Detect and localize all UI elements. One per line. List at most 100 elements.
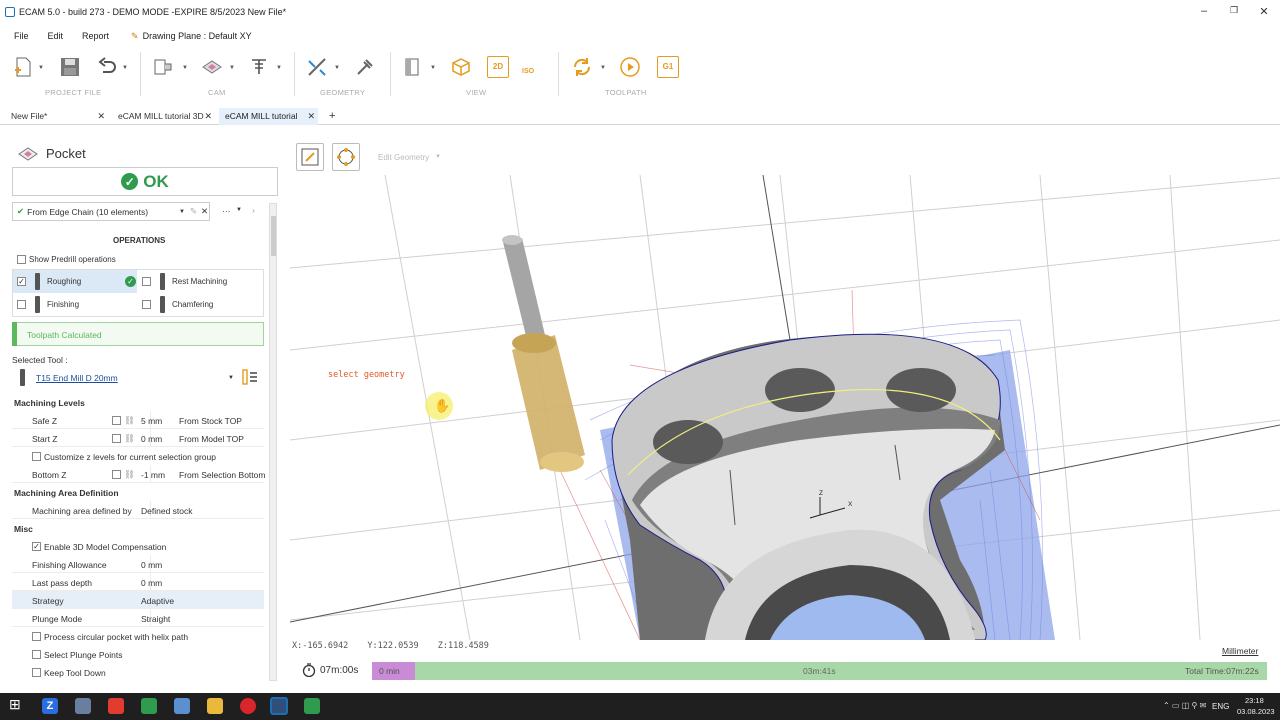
show-predrill-label: Show Predrill operations bbox=[29, 255, 116, 264]
tool-library-icon[interactable] bbox=[241, 368, 259, 386]
pocket-icon[interactable] bbox=[201, 56, 223, 78]
close-icon[interactable]: ✕ bbox=[97, 108, 105, 125]
close-button[interactable]: ✕ bbox=[1257, 5, 1271, 18]
panel-scrollbar[interactable] bbox=[269, 203, 277, 681]
app-icon[interactable] bbox=[141, 698, 157, 714]
menu-file[interactable]: File bbox=[14, 31, 29, 41]
start-z-reference[interactable]: From Model TOP bbox=[179, 434, 244, 444]
menu-edit[interactable]: Edit bbox=[48, 31, 64, 41]
tab-new-file[interactable]: New File* ✕ bbox=[11, 108, 105, 125]
chevron-down-icon[interactable]: ▼ bbox=[122, 65, 128, 71]
unit-link[interactable]: Millimeter bbox=[1222, 646, 1258, 656]
save-icon[interactable] bbox=[59, 56, 81, 78]
folder-icon[interactable] bbox=[207, 698, 223, 714]
chevron-down-icon[interactable]: ▼ bbox=[182, 65, 188, 71]
cad-viewport[interactable]: select geometry Z X ✋ bbox=[290, 172, 1280, 640]
minimize-button[interactable]: – bbox=[1197, 5, 1211, 17]
chevron-down-icon[interactable]: ▼ bbox=[228, 375, 234, 381]
link-icon[interactable]: ⛓ bbox=[124, 415, 135, 426]
scroll-thumb[interactable] bbox=[271, 216, 276, 256]
chevron-down-icon[interactable]: ▼ bbox=[236, 207, 242, 213]
remove-icon[interactable]: ✕ bbox=[201, 206, 208, 217]
tab-mill-tutorial[interactable]: eCAM MILL tutorial ✕ bbox=[219, 108, 318, 125]
customize-z-checkbox[interactable] bbox=[32, 452, 41, 461]
view-3d-icon[interactable] bbox=[450, 56, 472, 78]
app-icon[interactable] bbox=[304, 698, 320, 714]
view-iso-button[interactable]: ISO bbox=[522, 56, 544, 78]
menu-report[interactable]: Report bbox=[82, 31, 109, 41]
z-app-icon[interactable]: Z bbox=[42, 698, 58, 714]
start-icon[interactable]: ⊞ bbox=[9, 696, 25, 712]
drill-icon[interactable] bbox=[248, 56, 270, 78]
chevron-right-icon[interactable]: › bbox=[252, 205, 255, 215]
chevron-down-icon[interactable]: ▼ bbox=[179, 209, 185, 215]
strategy-value[interactable]: Adaptive bbox=[141, 596, 174, 606]
chevron-down-icon[interactable]: ▼ bbox=[276, 65, 282, 71]
roughing-checkbox[interactable]: ✓ bbox=[17, 277, 26, 286]
safe-z-value[interactable]: 5 mm bbox=[141, 416, 162, 426]
clock-time[interactable]: 23:18 bbox=[1245, 696, 1264, 705]
clock-date[interactable]: 03.08.2023 bbox=[1237, 707, 1275, 716]
area-value[interactable]: Defined stock bbox=[141, 506, 193, 516]
calculator-icon[interactable] bbox=[174, 698, 190, 714]
close-icon[interactable]: ✕ bbox=[307, 108, 315, 125]
more-button[interactable]: ··· bbox=[222, 206, 231, 216]
bottom-z-value[interactable]: -1 mm bbox=[141, 470, 165, 480]
plunge-points-checkbox[interactable] bbox=[32, 650, 41, 659]
finishing-checkbox[interactable] bbox=[17, 300, 26, 309]
chevron-down-icon[interactable]: ▼ bbox=[38, 65, 44, 71]
chevron-down-icon[interactable]: ▼ bbox=[430, 65, 436, 71]
close-icon[interactable]: ✕ bbox=[204, 108, 212, 125]
tray-icons[interactable]: ⌃ ▭ ◫ ⚲ ✉ bbox=[1163, 701, 1206, 710]
cam-operation-icon[interactable] bbox=[152, 56, 174, 78]
language-indicator[interactable]: ENG bbox=[1212, 702, 1229, 711]
edit-geometry-menu[interactable]: Edit Geometry bbox=[378, 153, 429, 162]
plunge-mode-value[interactable]: Straight bbox=[141, 614, 170, 624]
chevron-down-icon[interactable]: ▼ bbox=[600, 65, 606, 71]
safe-z-checkbox[interactable] bbox=[112, 416, 121, 425]
chevron-down-icon[interactable]: ▼ bbox=[229, 65, 235, 71]
chevron-down-icon[interactable]: ▼ bbox=[334, 65, 340, 71]
view-2d-button[interactable]: 2D bbox=[487, 56, 509, 78]
link-icon[interactable]: ⛓ bbox=[124, 433, 135, 444]
geometry-selection-dropdown[interactable]: ✔ From Edge Chain (10 elements) ▼ ✎ ✕ bbox=[12, 202, 210, 221]
new-file-icon[interactable] bbox=[12, 56, 34, 78]
rest-machining-checkbox[interactable] bbox=[142, 277, 151, 286]
drawing-plane-menu[interactable]: Drawing Plane : Default XY bbox=[143, 31, 252, 41]
edit-icon[interactable]: ✎ bbox=[190, 206, 197, 217]
ok-button[interactable]: ✓ OK bbox=[12, 167, 278, 196]
keep-tool-down-checkbox[interactable] bbox=[32, 668, 41, 677]
start-z-value[interactable]: 0 mm bbox=[141, 434, 162, 444]
last-pass-value[interactable]: 0 mm bbox=[141, 578, 162, 588]
new-tab-button[interactable]: + bbox=[329, 108, 335, 125]
view-layout-icon[interactable] bbox=[402, 56, 424, 78]
geometry-tools-icon[interactable] bbox=[354, 56, 376, 78]
tab-mill-tutorial-3d[interactable]: eCAM MILL tutorial 3D ✕ bbox=[118, 108, 212, 125]
point-select-button[interactable] bbox=[332, 143, 360, 171]
panel-header: Pocket bbox=[18, 146, 86, 161]
start-z-checkbox[interactable] bbox=[112, 434, 121, 443]
chain-select-button[interactable] bbox=[296, 143, 324, 171]
enable-3d-checkbox[interactable]: ✓ bbox=[32, 542, 41, 551]
geometry-draw-icon[interactable] bbox=[306, 56, 328, 78]
gcode-button[interactable]: G1 bbox=[657, 56, 679, 78]
browser-icon[interactable] bbox=[240, 698, 256, 714]
bottom-z-checkbox[interactable] bbox=[112, 470, 121, 479]
chevron-down-icon[interactable]: ▼ bbox=[435, 154, 441, 160]
link-icon[interactable]: ⛓ bbox=[124, 469, 135, 480]
ecam-taskbar-icon[interactable] bbox=[270, 697, 288, 715]
finishing-allowance-value[interactable]: 0 mm bbox=[141, 560, 162, 570]
tool-name-link[interactable]: T15 End Mill D 20mm bbox=[36, 373, 118, 383]
show-predrill-checkbox[interactable] bbox=[17, 255, 26, 264]
misc-header: Misc bbox=[14, 524, 33, 534]
chamfering-checkbox[interactable] bbox=[142, 300, 151, 309]
maximize-button[interactable]: ❐ bbox=[1227, 5, 1241, 16]
app-icon[interactable] bbox=[75, 698, 91, 714]
undo-icon[interactable] bbox=[96, 56, 118, 78]
helix-checkbox[interactable] bbox=[32, 632, 41, 641]
pdf-app-icon[interactable] bbox=[108, 698, 124, 714]
bottom-z-reference[interactable]: From Selection Bottom bbox=[179, 470, 265, 480]
regenerate-icon[interactable] bbox=[571, 56, 593, 78]
simulate-play-icon[interactable] bbox=[619, 56, 641, 78]
safe-z-reference[interactable]: From Stock TOP bbox=[179, 416, 242, 426]
